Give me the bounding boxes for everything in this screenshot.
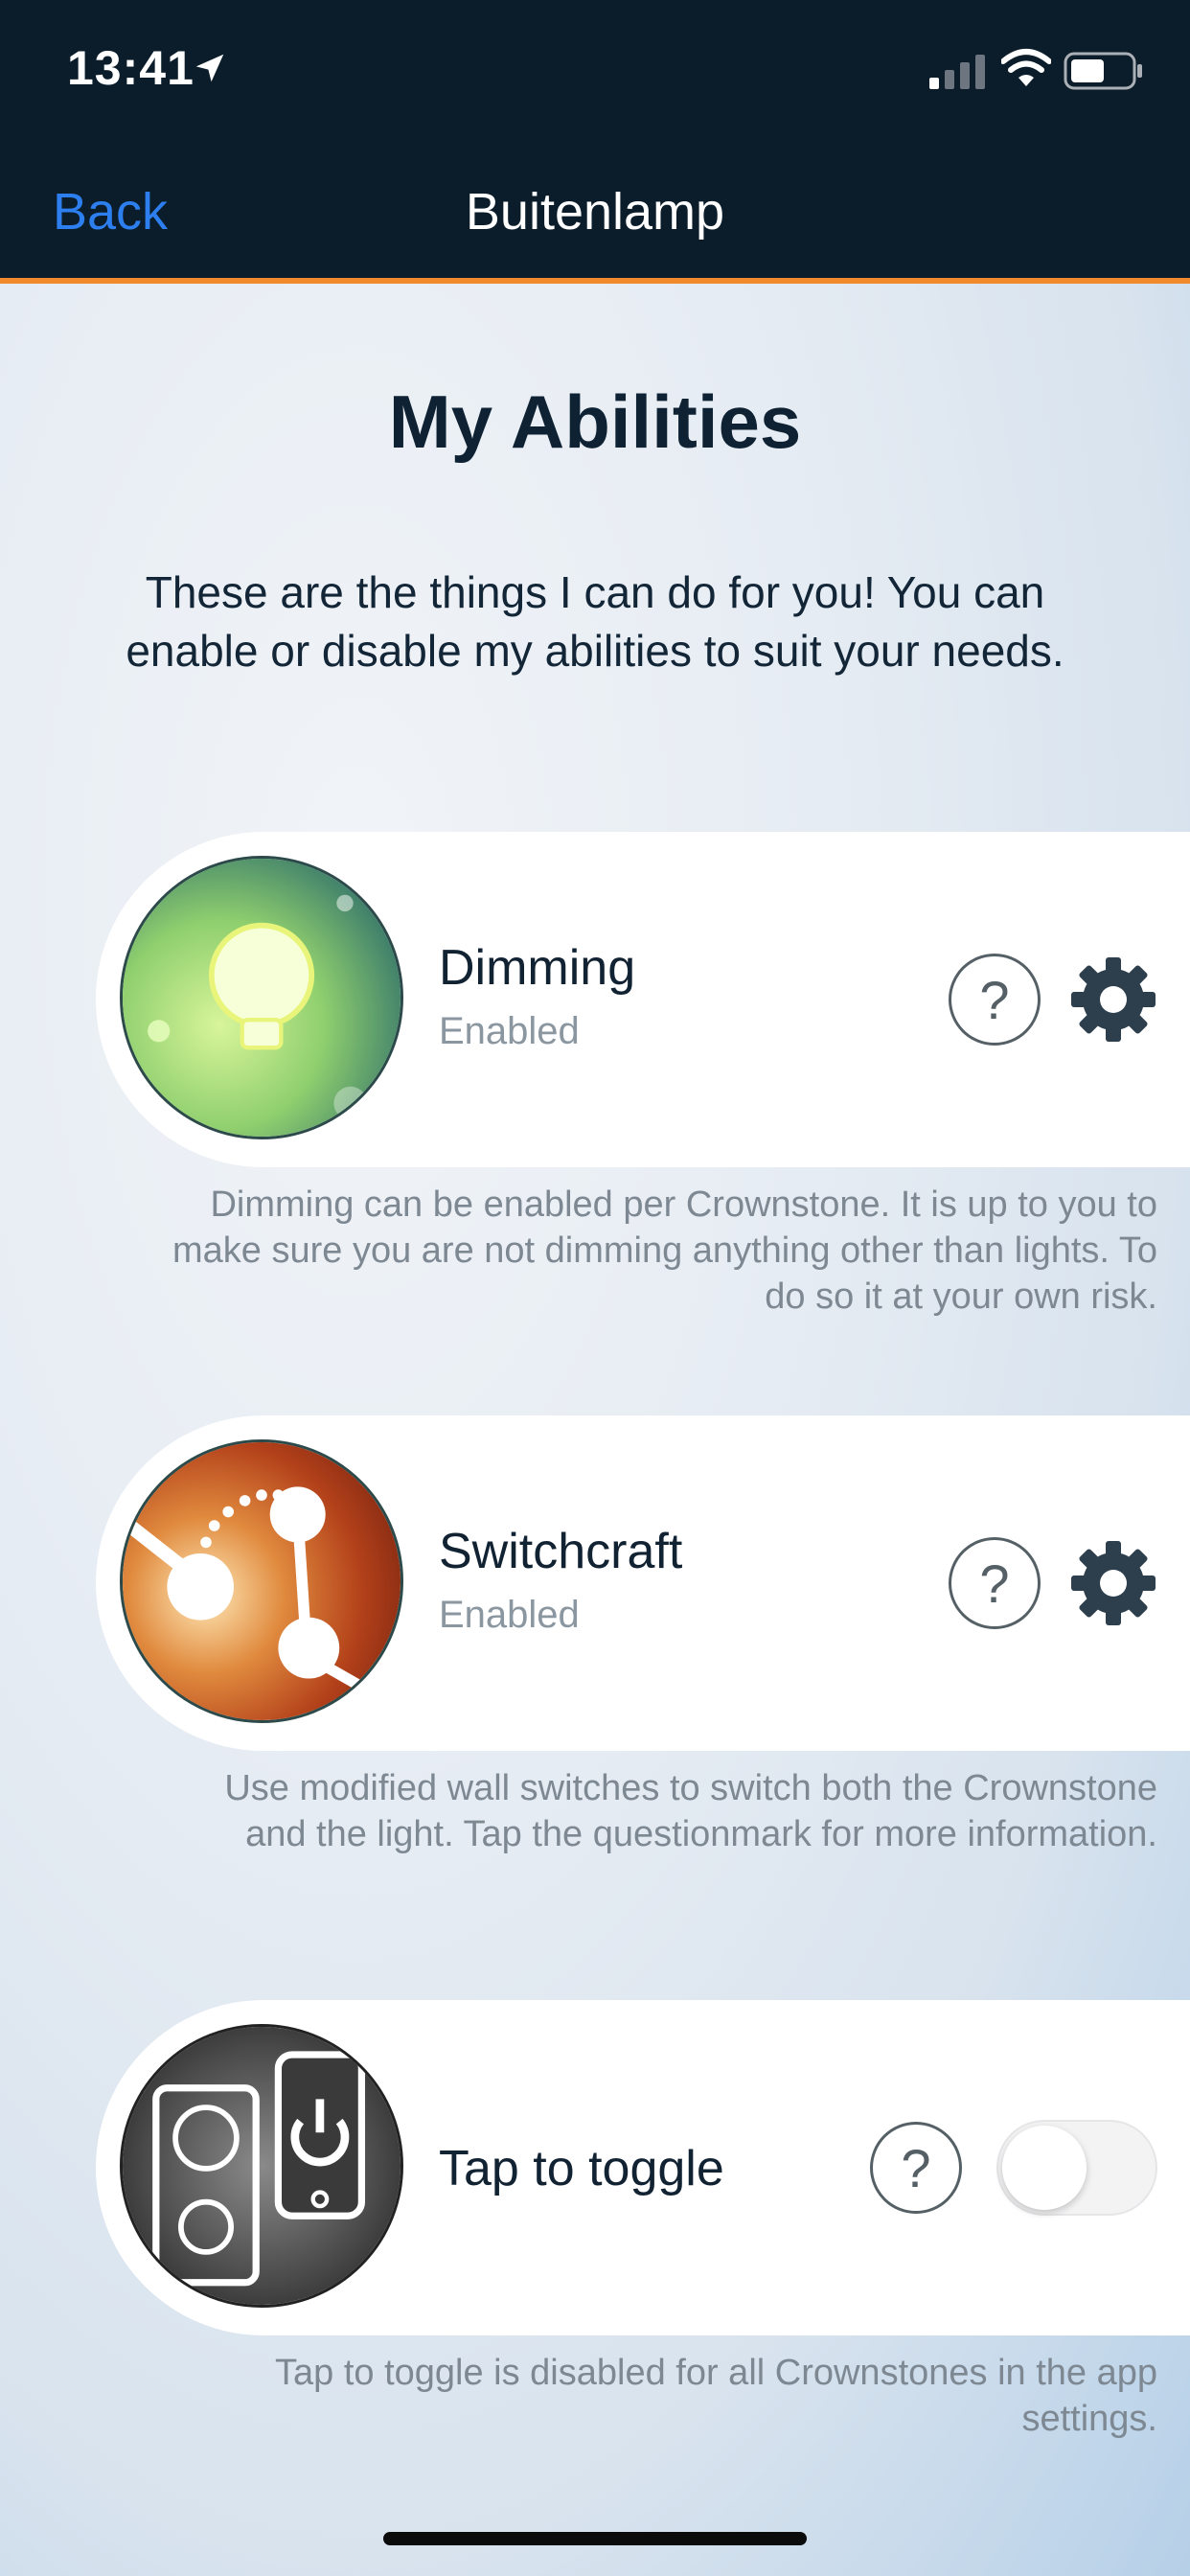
nav-accent-line — [0, 278, 1190, 284]
home-indicator — [383, 2532, 807, 2545]
battery-icon — [1064, 52, 1144, 95]
lightbulb-icon — [120, 856, 403, 1139]
ability-status: Enabled — [439, 1010, 580, 1052]
switchcraft-icon — [120, 1439, 403, 1723]
help-button[interactable]: ? — [949, 954, 1041, 1046]
settings-gear-icon[interactable] — [1065, 952, 1161, 1047]
nav-title: Buitenlamp — [465, 183, 725, 241]
ability-title: Tap to toggle — [439, 2141, 724, 2196]
status-bar: 13:41 — [0, 0, 1190, 144]
intro-text: These are the things I can do for you! Y… — [126, 567, 1064, 676]
ability-card-tap-to-toggle: Tap to toggle ? — [96, 2000, 1190, 2335]
location-arrow-icon — [192, 50, 228, 91]
help-button[interactable]: ? — [949, 1537, 1041, 1629]
ability-status: Enabled — [439, 1594, 580, 1636]
cellular-signal-icon — [929, 53, 987, 94]
status-time: 13:41 — [67, 41, 195, 95]
ability-title: Dimming — [439, 940, 636, 996]
wifi-icon — [1000, 48, 1052, 93]
ability-card-switchcraft: Switchcraft Enabled ? — [96, 1415, 1190, 1751]
help-button[interactable]: ? — [870, 2122, 962, 2214]
tap-to-toggle-switch[interactable] — [996, 2120, 1157, 2216]
ability-description-tap-to-toggle: Tap to toggle is disabled for all Crowns… — [275, 2353, 1157, 2439]
settings-gear-icon[interactable] — [1065, 1535, 1161, 1631]
ability-description-switchcraft: Use modified wall switches to switch bot… — [224, 1768, 1157, 1854]
ability-card-dimming: Dimming Enabled ? — [96, 832, 1190, 1167]
ability-description-dimming: Dimming can be enabled per Crownstone. I… — [172, 1184, 1157, 1317]
page-title: My Abilities — [388, 380, 802, 464]
toggle-knob — [1002, 2126, 1087, 2210]
ability-title: Switchcraft — [439, 1524, 683, 1579]
tap-to-toggle-icon — [120, 2024, 403, 2308]
navigation-bar: Back Buitenlamp — [0, 144, 1190, 278]
